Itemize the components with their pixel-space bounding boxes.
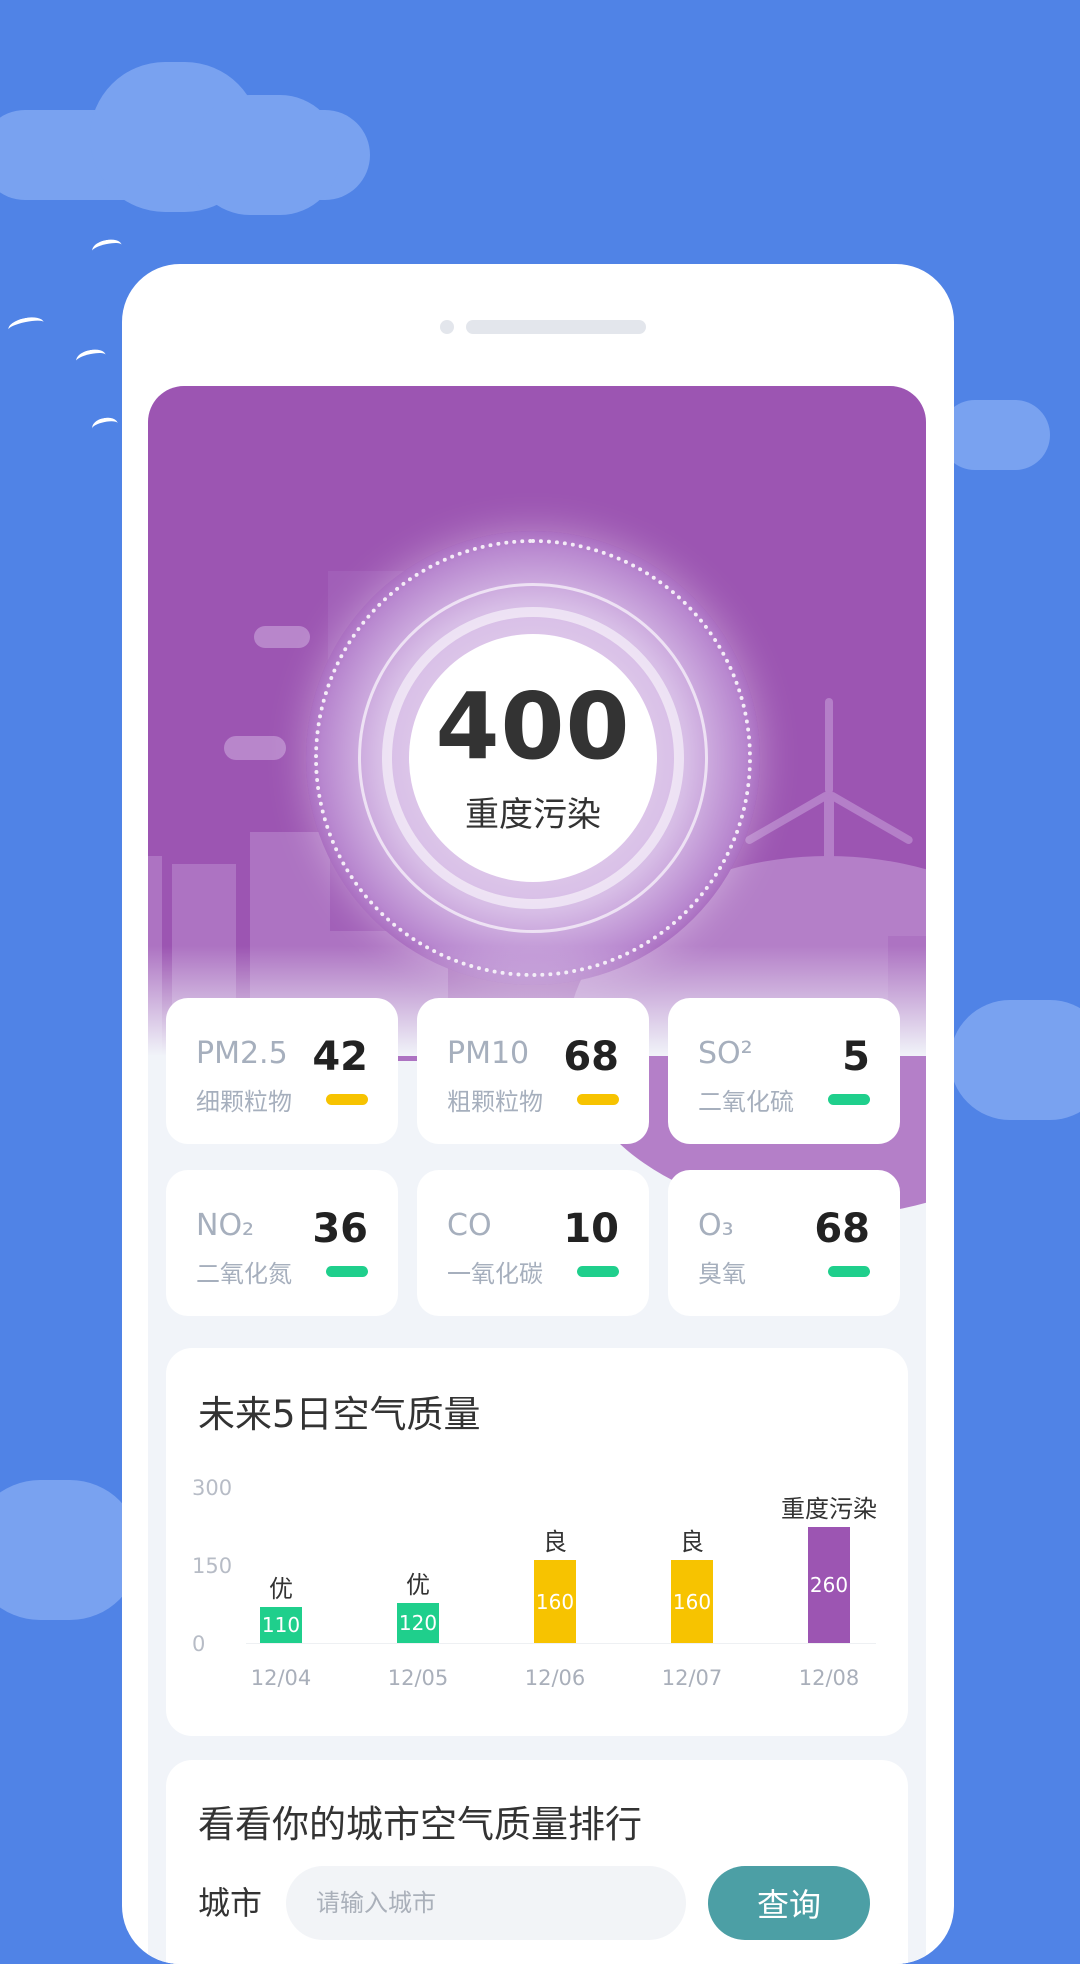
city-search-input[interactable] <box>286 1866 686 1940</box>
forecast-title: 未来5日空气质量 <box>198 1393 481 1436</box>
bird-icon <box>90 237 124 259</box>
ranking-title: 看看你的城市空气质量排行 <box>198 1803 642 1846</box>
gauge-center: 400 重度污染 <box>409 634 657 882</box>
x-axis-date-label: 12/06 <box>524 1666 586 1690</box>
x-axis-date-label: 12/04 <box>250 1666 312 1690</box>
cloud-icon <box>254 626 310 648</box>
bar-quality-label: 优 <box>269 1574 293 1603</box>
turbine-blade <box>825 698 833 794</box>
pollutant-name: CO <box>447 1208 492 1243</box>
chart-bar: 260 <box>808 1527 850 1643</box>
pollutant-status-bar <box>828 1094 870 1105</box>
query-button[interactable]: 查询 <box>708 1866 870 1940</box>
pollutant-status-bar <box>326 1266 368 1277</box>
pollutant-subtitle: 细颗粒物 <box>196 1088 292 1116</box>
wind-turbine-icon <box>824 794 834 944</box>
aqi-level: 重度污染 <box>465 794 601 835</box>
pollutant-status-bar <box>326 1094 368 1105</box>
pollutant-name: NO₂ <box>196 1208 255 1243</box>
pollutant-status-bar <box>577 1094 619 1105</box>
pollutant-name: PM10 <box>447 1036 530 1071</box>
cloud-decoration-right <box>940 400 1050 470</box>
pollutant-name: PM2.5 <box>196 1036 288 1071</box>
turbine-blade <box>827 790 915 846</box>
pollutant-value: 5 <box>842 1034 870 1080</box>
pollutant-card-o3[interactable]: O₃ 臭氧 68 <box>668 1170 900 1316</box>
pollutant-name: O₃ <box>698 1208 734 1243</box>
x-axis-date-label: 12/05 <box>387 1666 449 1690</box>
bar-quality-label: 重度污染 <box>781 1495 877 1524</box>
bar-quality-label: 良 <box>543 1528 567 1557</box>
pollutant-subtitle: 臭氧 <box>698 1260 746 1288</box>
pollutant-value: 42 <box>312 1034 368 1080</box>
app-screen: 400 重度污染 PM2.5 细颗粒物 42 PM10 粗颗粒物 68 SO² … <box>148 386 926 1964</box>
camera-dot <box>440 320 454 334</box>
y-axis-tick: 0 <box>192 1632 206 1656</box>
pollutant-card-no2[interactable]: NO₂ 二氧化氮 36 <box>166 1170 398 1316</box>
phone-frame: 400 重度污染 PM2.5 细颗粒物 42 PM10 粗颗粒物 68 SO² … <box>122 264 954 1964</box>
y-axis-tick: 300 <box>192 1476 233 1500</box>
bird-icon <box>6 314 46 338</box>
pollutant-value: 36 <box>312 1206 368 1252</box>
pollutant-card-so2[interactable]: SO² 二氧化硫 5 <box>668 998 900 1144</box>
bar-quality-label: 良 <box>680 1528 704 1557</box>
pollutant-card-pm10[interactable]: PM10 粗颗粒物 68 <box>417 998 649 1144</box>
pollutant-subtitle: 二氧化硫 <box>698 1088 794 1116</box>
speaker-grille <box>466 320 646 334</box>
pollutant-value: 68 <box>814 1206 870 1252</box>
pollutant-status-bar <box>828 1266 870 1277</box>
pollutant-value: 68 <box>563 1034 619 1080</box>
cloud-decoration-right-lower <box>950 1000 1080 1120</box>
pollutant-card-pm25[interactable]: PM2.5 细颗粒物 42 <box>166 998 398 1144</box>
chart-baseline <box>246 1643 876 1644</box>
pollutant-name: SO² <box>698 1036 753 1071</box>
cloud-decoration-top-left-puff2 <box>190 95 340 215</box>
pollutant-subtitle: 一氧化碳 <box>447 1260 543 1288</box>
cloud-icon <box>224 736 286 760</box>
turbine-blade <box>743 790 831 846</box>
bar-quality-label: 优 <box>406 1571 430 1600</box>
cloud-decoration-left-lower <box>0 1480 140 1620</box>
pollutant-status-bar <box>577 1266 619 1277</box>
forecast-card: 未来5日空气质量 300 150 0 110 优 12/04 120 优 12/05 160 良 12… <box>166 1348 908 1736</box>
x-axis-date-label: 12/08 <box>798 1666 860 1690</box>
aqi-value: 400 <box>435 672 631 780</box>
chart-bar: 160 <box>534 1560 576 1643</box>
x-axis-date-label: 12/07 <box>661 1666 723 1690</box>
pollutant-subtitle: 二氧化氮 <box>196 1260 292 1288</box>
bird-icon <box>90 415 120 437</box>
city-ranking-card: 看看你的城市空气质量排行 城市 查询 <box>166 1760 908 1964</box>
aqi-gauge: 400 重度污染 <box>306 531 760 985</box>
pollutant-subtitle: 粗颗粒物 <box>447 1088 543 1116</box>
chart-bar: 110 <box>260 1606 302 1643</box>
chart-bar: 160 <box>671 1560 713 1643</box>
city-label: 城市 <box>198 1884 263 1922</box>
bird-icon <box>74 347 108 369</box>
pollutant-card-co[interactable]: CO 一氧化碳 10 <box>417 1170 649 1316</box>
pollutant-value: 10 <box>563 1206 619 1252</box>
chart-bar: 120 <box>397 1603 439 1643</box>
